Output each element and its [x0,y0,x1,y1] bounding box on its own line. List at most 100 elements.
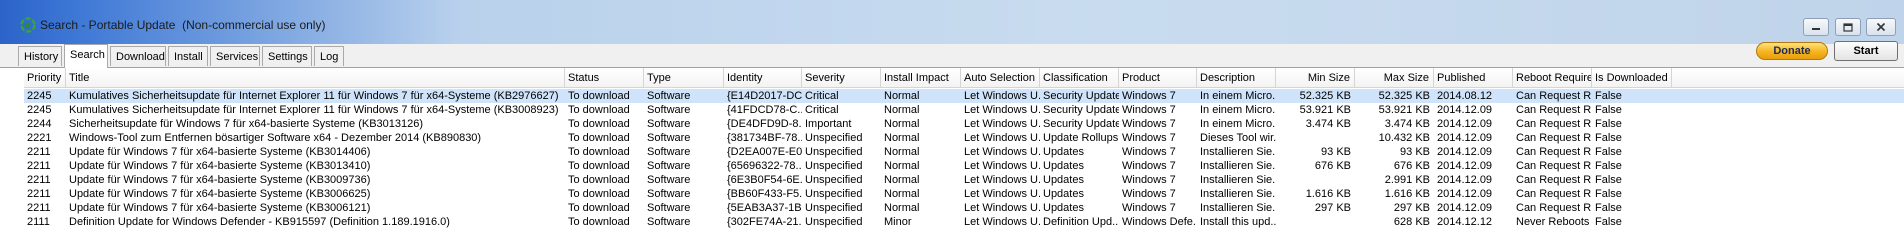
cell-auto-selection: Let Windows U... [964,174,1040,186]
cell-max-size: 628 KB [1393,216,1430,228]
cell-max-size: 2.991 KB [1384,174,1430,186]
cell-status: To download [568,160,630,172]
tab-label: Download [116,51,165,63]
cell-identity: {6E3B0F54-6E... [727,174,802,186]
tab-services[interactable]: Services [210,46,260,66]
cell-title: Kumulatives Sicherheitsupdate für Intern… [69,90,559,102]
start-button[interactable]: Start [1834,41,1898,61]
cell-max-size: 93 KB [1400,146,1430,158]
column-header-is-downloaded[interactable]: Is Downloaded [1592,68,1672,88]
donate-button[interactable]: Donate [1756,42,1828,60]
column-header-classification[interactable]: Classification [1040,68,1119,88]
maximize-button[interactable] [1835,18,1861,36]
tab-search[interactable]: Search [64,44,108,68]
column-header-published[interactable]: Published [1434,68,1513,88]
table-row[interactable]: 2211 Update für Windows 7 für x64-basiert… [24,159,1904,173]
column-header-title[interactable]: Title [66,68,565,88]
tab-download[interactable]: Download [110,46,166,66]
cell-description: Installieren Sie... [1200,188,1276,200]
tab-settings[interactable]: Settings [262,46,312,66]
cell-type: Software [647,90,691,102]
table-row[interactable]: 2245 Kumulatives Sicherheitsupdate für In… [24,103,1904,117]
cell-type: Software [647,174,691,186]
tab-label: Log [320,51,339,63]
table-row[interactable]: 2111 Definition Update for Windows Defend… [24,215,1904,229]
cell-identity: {381734BF-78... [727,132,802,144]
cell-severity: Unspecified [805,132,863,144]
cell-install-impact: Normal [884,90,920,102]
cell-published: 2014.12.09 [1437,146,1493,158]
cell-priority: 2211 [27,174,51,186]
cell-severity: Unspecified [805,146,863,158]
table-row[interactable]: 2211 Update für Windows 7 für x64-basiert… [24,187,1904,201]
cell-status: To download [568,216,630,228]
cell-priority: 2211 [27,160,51,172]
cell-auto-selection: Let Windows U... [964,202,1040,214]
cell-title: Windows-Tool zum Entfernen bösartiger So… [69,132,482,144]
cell-product: Windows 7 [1122,118,1176,130]
cell-is-downloaded: False [1595,104,1622,116]
cell-description: In einem Micro... [1200,90,1276,102]
table-row[interactable]: 2211 Update für Windows 7 für x64-basiert… [24,145,1904,159]
cell-is-downloaded: False [1595,216,1622,228]
column-header-max-size[interactable]: Max Size [1355,68,1434,88]
cell-title: Update für Windows 7 für x64-basierte Sy… [69,174,371,186]
cell-identity: {BB60F433-F5... [727,188,802,200]
tab-label: Search [70,49,105,61]
column-header-install-impact[interactable]: Install Impact [881,68,961,88]
cell-status: To download [568,202,630,214]
table-row[interactable]: 2211 Update für Windows 7 für x64-basiert… [24,173,1904,187]
cell-install-impact: Normal [884,188,920,200]
tab-install[interactable]: Install [168,46,208,66]
cell-product: Windows Defe... [1122,216,1197,228]
table-row[interactable]: 2211 Update für Windows 7 für x64-basiert… [24,201,1904,215]
column-header-severity[interactable]: Severity [802,68,881,88]
cell-auto-selection: Let Windows U... [964,90,1040,102]
column-header-min-size[interactable]: Min Size [1276,68,1355,88]
title-bar[interactable]: Search - Portable Update (Non-commercial… [0,0,1904,44]
cell-type: Software [647,146,691,158]
table-row[interactable]: 2221 Windows-Tool zum Entfernen bösartige… [24,131,1904,145]
column-header-status[interactable]: Status [565,68,644,88]
table-row[interactable]: 2245 Kumulatives Sicherheitsupdate für In… [24,89,1904,103]
cell-description: In einem Micro... [1200,104,1276,116]
minimize-button[interactable] [1803,18,1829,36]
column-header-description[interactable]: Description [1197,68,1276,88]
column-header-auto-selection[interactable]: Auto Selection [961,68,1040,88]
cell-description: Installieren Sie... [1200,202,1276,214]
cell-identity: {65696322-78... [727,160,802,172]
table-row[interactable]: 2244 Sicherheitsupdate für Windows 7 für … [24,117,1904,131]
cell-reboot-required: Can Request R... [1516,174,1592,186]
cell-is-downloaded: False [1595,160,1622,172]
cell-severity: Important [805,118,852,130]
cell-published: 2014.12.09 [1437,132,1493,144]
cell-published: 2014.12.09 [1437,118,1493,130]
cell-min-size: 93 KB [1321,146,1351,158]
tab-label: Services [216,51,259,63]
cell-type: Software [647,104,691,116]
column-header-product[interactable]: Product [1119,68,1197,88]
cell-auto-selection: Let Windows U... [964,160,1040,172]
cell-min-size [1276,131,1355,145]
cell-min-size: 52.325 KB [1299,90,1351,102]
close-button[interactable] [1866,18,1896,36]
cell-max-size: 53.921 KB [1378,104,1430,116]
tab-history[interactable]: History [18,46,62,66]
column-header-identity[interactable]: Identity [724,68,802,88]
cell-min-size: 676 KB [1314,160,1351,172]
updates-grid[interactable]: Priority Title Status Type Identity Severity I… [24,68,1904,252]
cell-max-size: 3.474 KB [1384,118,1430,130]
cell-status: To download [568,104,630,116]
cell-severity: Unspecified [805,174,863,186]
cell-description: Install this upd... [1200,216,1276,228]
cell-product: Windows 7 [1122,132,1176,144]
cell-priority: 2211 [27,188,51,200]
column-header-reboot-required[interactable]: Reboot Required [1513,68,1592,88]
cell-description: Installieren Sie... [1200,174,1276,186]
cell-title: Update für Windows 7 für x64-basierte Sy… [69,202,371,214]
tab-label: Settings [268,51,308,63]
column-header-type[interactable]: Type [644,68,724,88]
cell-install-impact: Normal [884,160,920,172]
tab-log[interactable]: Log [314,46,344,66]
column-header-priority[interactable]: Priority [24,68,66,88]
